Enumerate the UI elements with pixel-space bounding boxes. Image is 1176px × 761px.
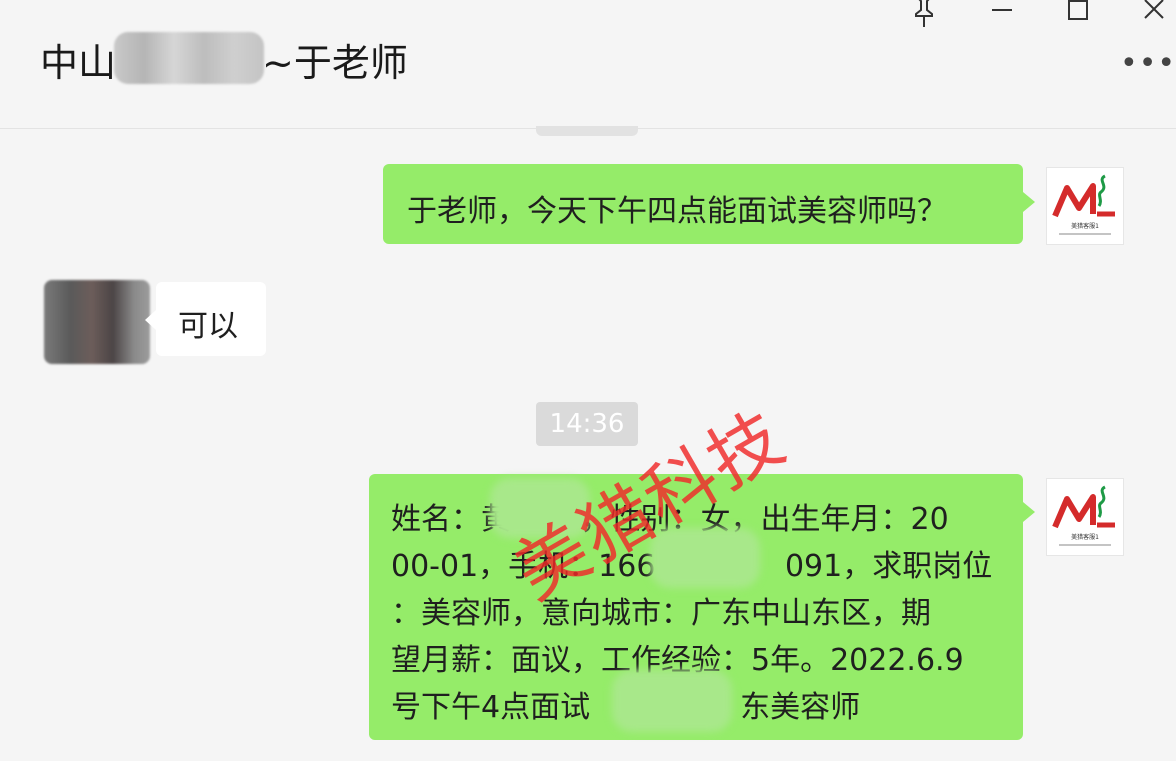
- close-button[interactable]: [1134, 0, 1174, 32]
- redacted-name-blur: [490, 478, 590, 538]
- pin-button[interactable]: [904, 0, 944, 32]
- message-bubble-received[interactable]: 可以: [145, 282, 266, 356]
- message-text: 可以: [178, 309, 238, 344]
- more-options-button[interactable]: •••: [1120, 49, 1175, 84]
- meilie-logo-icon: 美猎客服1: [1052, 174, 1115, 235]
- my-avatar[interactable]: 美猎客服1: [1046, 478, 1124, 556]
- redacted-phone-blur: [650, 528, 760, 588]
- minimize-button[interactable]: [982, 0, 1022, 32]
- title-bar: 中山 ~于老师 •••: [0, 0, 1176, 129]
- message-line: ：美容师，意向城市：广东中山东区，期: [391, 596, 931, 631]
- meilie-logo-icon: 美猎客服1: [1052, 485, 1115, 546]
- timestamp-text: 14:36: [549, 409, 625, 439]
- maximize-button[interactable]: [1058, 0, 1098, 32]
- chat-title: 中山 ~于老师: [40, 32, 408, 87]
- contact-avatar[interactable]: [44, 280, 150, 364]
- message-bubble-sent[interactable]: 于老师，今天下午四点能面试美容师吗？: [383, 164, 1035, 244]
- logo-caption: 美猎客服1: [1071, 533, 1099, 541]
- pin-icon: [915, 0, 933, 27]
- maximize-icon: [1068, 0, 1088, 20]
- close-icon: [1144, 0, 1164, 19]
- chat-title-suffix: ~于老师: [262, 41, 408, 85]
- chat-title-prefix: 中山: [40, 41, 117, 85]
- logo-caption: 美猎客服1: [1071, 222, 1099, 230]
- message-text: 于老师，今天下午四点能面试美容师吗？: [407, 194, 947, 229]
- minimize-icon: [992, 9, 1012, 11]
- chat-window: 中山 ~于老师 ••• 于老师，今天下午四点能面试美容师吗？ 美猎客服1 可以 …: [0, 0, 1176, 761]
- redacted-store-blur: [612, 670, 732, 732]
- my-avatar[interactable]: 美猎客服1: [1046, 167, 1124, 245]
- older-messages-indicator: [536, 126, 638, 136]
- redacted-name-mask: [114, 32, 265, 84]
- more-icon: •••: [1120, 46, 1176, 81]
- timestamp-badge: 14:36: [536, 402, 638, 446]
